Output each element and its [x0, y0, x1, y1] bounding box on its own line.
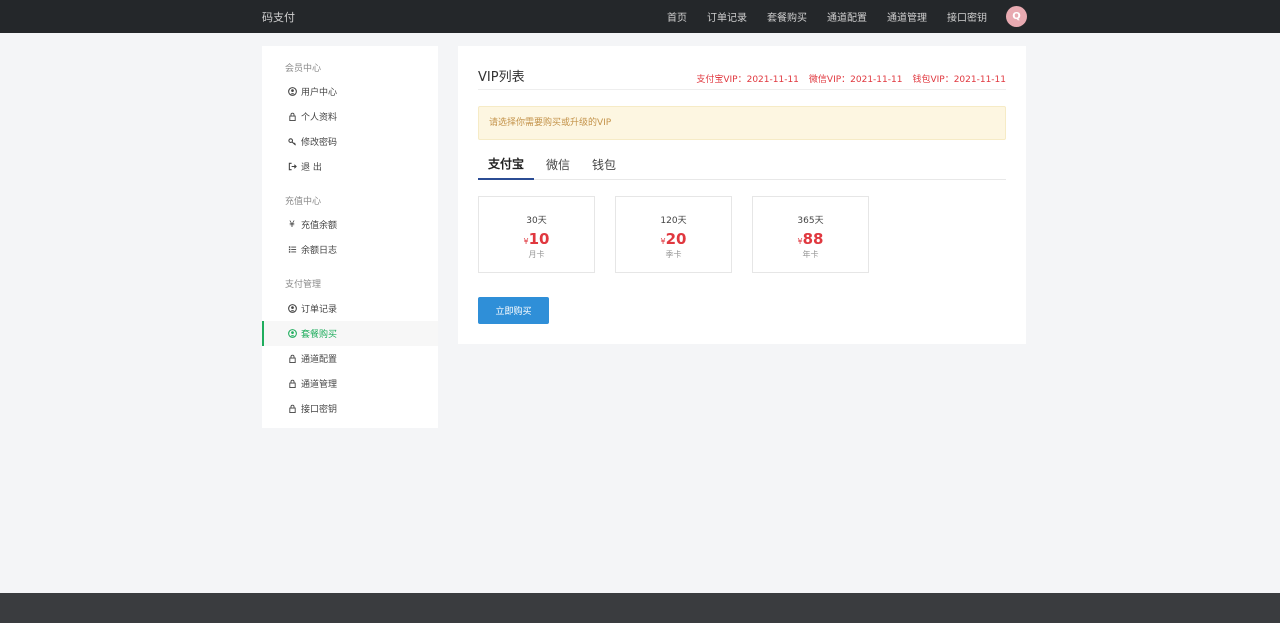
plan-card-monthly[interactable]: 30天 ¥10 月卡	[478, 196, 595, 273]
tab-wechat[interactable]: 微信	[536, 149, 580, 180]
sidebar-item-label: 接口密钥	[301, 405, 338, 415]
sidebar-item-label: 通道配置	[301, 355, 338, 365]
sidebar-item-channel-config[interactable]: 通道配置	[262, 346, 438, 371]
lock-icon	[287, 379, 297, 389]
plan-days: 30天	[526, 216, 547, 226]
sidebar-item-label: 套餐购买	[301, 330, 338, 340]
vip-status-alipay: 支付宝VIP：2021-11-11	[696, 75, 799, 85]
sidebar-item-recharge-balance[interactable]: ¥ 充值余额	[262, 212, 438, 237]
lock-icon	[287, 404, 297, 414]
sidebar-group-title-payment: 支付管理	[285, 280, 322, 290]
plan-name: 年卡	[802, 250, 819, 259]
nav-orders[interactable]: 订单记录	[707, 9, 747, 24]
vip-status-wallet: 钱包VIP：2021-11-11	[912, 75, 1006, 85]
sidebar-item-label: 退 出	[301, 163, 322, 173]
plan-days: 365天	[797, 216, 824, 226]
sidebar: 会员中心 用户中心 个人资料 修改密码 退 出 充值中心 ¥ 充值余额 余额日志…	[262, 46, 438, 428]
sidebar-item-channel-manage[interactable]: 通道管理	[262, 371, 438, 396]
payment-tabs: 支付宝 微信 钱包	[478, 149, 1006, 180]
key-icon	[287, 137, 297, 147]
user-circle-icon	[287, 304, 297, 314]
plan-price: ¥10	[479, 229, 594, 248]
plan-name: 季卡	[665, 250, 682, 259]
footer	[0, 593, 1280, 623]
page-title: VIP列表	[478, 70, 525, 85]
nav-api-key[interactable]: 接口密钥	[947, 9, 987, 24]
user-circle-icon	[287, 87, 297, 97]
sidebar-item-label: 订单记录	[301, 305, 338, 315]
tab-wallet[interactable]: 钱包	[582, 149, 626, 180]
sidebar-item-change-password[interactable]: 修改密码	[262, 129, 438, 154]
plan-price-value: 20	[665, 230, 687, 248]
sidebar-item-balance-log[interactable]: 余额日志	[262, 237, 438, 262]
plan-name: 月卡	[528, 250, 545, 259]
plan-card-quarterly[interactable]: 120天 ¥20 季卡	[615, 196, 732, 273]
sidebar-item-label: 通道管理	[301, 380, 338, 390]
plan-price-value: 10	[528, 230, 550, 248]
plan-price: ¥20	[616, 229, 731, 248]
vip-status-wechat: 微信VIP：2021-11-11	[808, 75, 903, 85]
lock-icon	[287, 112, 297, 122]
sidebar-item-label: 充值余额	[301, 221, 338, 231]
plan-days: 120天	[660, 216, 687, 226]
vip-panel: VIP列表 支付宝VIP：2021-11-11 微信VIP：2021-11-11…	[458, 46, 1026, 344]
sidebar-item-label: 个人资料	[301, 113, 338, 123]
yen-icon: ¥	[289, 219, 295, 230]
sidebar-group-title-member: 会员中心	[285, 64, 322, 74]
sidebar-item-profile[interactable]: 个人资料	[262, 104, 438, 129]
list-icon	[287, 245, 297, 255]
sign-out-icon	[287, 162, 297, 172]
lock-icon	[287, 354, 297, 364]
plan-price: ¥88	[753, 229, 868, 248]
avatar[interactable]: Q	[1006, 6, 1027, 27]
buy-now-button[interactable]: 立即购买	[478, 297, 549, 324]
divider	[478, 89, 1006, 90]
nav-channel-config[interactable]: 通道配置	[827, 9, 867, 24]
vip-status: 支付宝VIP：2021-11-11 微信VIP：2021-11-11 钱包VIP…	[686, 72, 1006, 85]
sidebar-item-logout[interactable]: 退 出	[262, 154, 438, 179]
nav-channel-manage[interactable]: 通道管理	[887, 9, 927, 24]
sidebar-item-package-purchase[interactable]: 套餐购买	[262, 321, 438, 346]
plan-price-value: 88	[802, 230, 824, 248]
top-nav: 首页 订单记录 套餐购买 通道配置 通道管理 接口密钥	[647, 0, 987, 33]
sidebar-item-label: 用户中心	[301, 88, 338, 98]
sidebar-item-label: 余额日志	[301, 246, 338, 256]
top-navbar: 码支付 首页 订单记录 套餐购买 通道配置 通道管理 接口密钥 Q	[0, 0, 1280, 33]
user-circle-icon	[287, 329, 297, 339]
nav-package-purchase[interactable]: 套餐购买	[767, 9, 807, 24]
sidebar-group-title-recharge: 充值中心	[285, 197, 322, 207]
notice-alert: 请选择你需要购买或升级的VIP	[478, 106, 1006, 140]
sidebar-item-api-key[interactable]: 接口密钥	[262, 396, 438, 421]
plan-card-yearly[interactable]: 365天 ¥88 年卡	[752, 196, 869, 273]
tab-alipay[interactable]: 支付宝	[478, 149, 535, 180]
brand-logo[interactable]: 码支付	[262, 9, 295, 25]
sidebar-item-label: 修改密码	[301, 138, 338, 148]
sidebar-item-user-center[interactable]: 用户中心	[262, 79, 438, 104]
nav-home[interactable]: 首页	[667, 9, 687, 24]
sidebar-item-orders[interactable]: 订单记录	[262, 296, 438, 321]
